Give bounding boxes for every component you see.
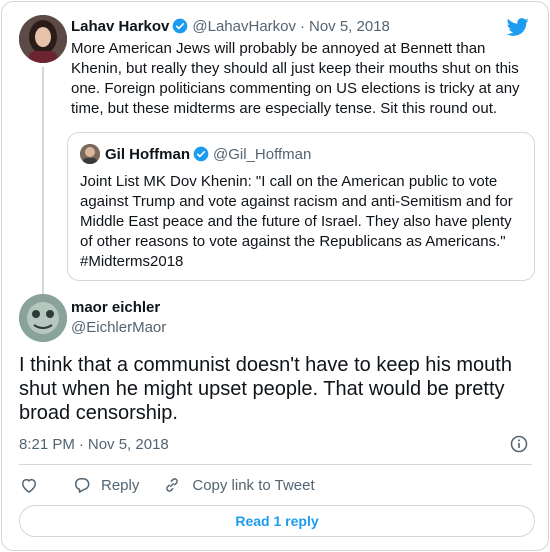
reply-button[interactable]: Reply (72, 475, 139, 495)
reply-label[interactable]: Reply (101, 477, 139, 494)
thread-line (42, 67, 44, 302)
author-handle[interactable]: @EichlerMaor (71, 318, 166, 338)
tweet-embed-card: Lahav Harkov @LahavHarkov · Nov 5, 2018 … (1, 1, 549, 551)
separator-dot: · (300, 17, 305, 35)
tweet-time[interactable]: 8:21 PM (19, 436, 75, 453)
divider (19, 464, 532, 465)
avatar[interactable] (19, 15, 67, 63)
author-name[interactable]: maor eichler (71, 298, 166, 318)
copy-link-label[interactable]: Copy link to Tweet (192, 477, 314, 494)
read-replies-button[interactable]: Read 1 reply (19, 505, 535, 537)
info-icon[interactable] (509, 434, 529, 454)
heart-icon (22, 478, 36, 493)
like-button[interactable] (19, 475, 39, 495)
quoted-tweet-text: Joint List MK Dov Khenin: "I call on the… (80, 173, 513, 270)
quoted-tweet[interactable]: Gil Hoffman @Gil_Hoffman Joint List MK D… (67, 132, 535, 281)
verified-badge-icon (193, 146, 209, 162)
separator-dot: · (78, 435, 84, 453)
tweet-timestamp[interactable]: 8:21 PM · Nov 5, 2018 (19, 434, 532, 454)
tweet-text: More American Jews will probably be anno… (71, 40, 520, 117)
tweet-date[interactable]: Nov 5, 2018 (88, 436, 169, 453)
quoted-author-handle: @Gil_Hoffman (213, 145, 312, 163)
copy-link-button[interactable]: Copy link to Tweet (162, 475, 315, 495)
main-tweet-header: maor eichler @EichlerMaor (19, 294, 532, 342)
quoted-author-name: Gil Hoffman (105, 145, 190, 163)
avatar (80, 144, 100, 164)
tweet-date[interactable]: Nov 5, 2018 (309, 18, 390, 35)
author-handle[interactable]: @LahavHarkov (192, 18, 296, 35)
avatar[interactable] (19, 294, 67, 342)
author-name[interactable]: Lahav Harkov (71, 18, 169, 35)
link-icon (166, 478, 179, 492)
read-replies-label[interactable]: Read 1 reply (235, 513, 318, 529)
verified-badge-icon (173, 18, 188, 34)
main-tweet-text: I think that a communist doesn't have to… (19, 354, 512, 424)
reply-icon (75, 478, 90, 493)
action-bar: Reply Copy link to Tweet (19, 474, 315, 496)
